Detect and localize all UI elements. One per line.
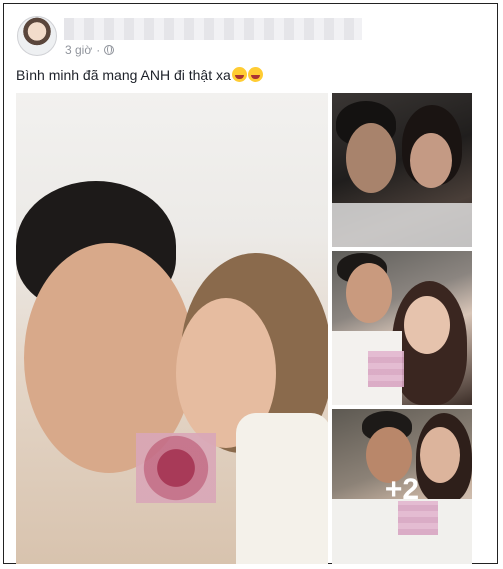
blurred-author-name[interactable] [64, 18, 362, 40]
blurred-region [136, 433, 216, 503]
thumbnail-photo-2[interactable] [332, 251, 472, 405]
thumbnail-photo-1[interactable] [332, 93, 472, 247]
photo-detail-shirt [332, 203, 472, 247]
avatar[interactable] [17, 16, 57, 56]
post-text-content: Bình minh đã mang ANH đi thật xa [16, 67, 231, 83]
thumbnail-photo-3[interactable]: +2 [332, 409, 472, 564]
separator-dot: · [96, 43, 101, 57]
photo-detail-top [236, 413, 328, 564]
photo-detail-face-man [346, 123, 396, 193]
post-time[interactable]: 3 giờ [65, 43, 92, 57]
blurred-region [368, 351, 404, 387]
photo-detail-face-woman [410, 133, 452, 188]
more-photos-count[interactable]: +2 [332, 473, 472, 507]
post-text: Bình minh đã mang ANH đi thật xa [16, 67, 263, 83]
photo-detail-face-woman [404, 296, 450, 354]
laughing-emoji-icon [231, 67, 247, 82]
globe-icon[interactable] [104, 45, 115, 55]
laughing-emoji-icon [247, 67, 263, 82]
photo-detail-face-man [346, 263, 392, 323]
main-photo[interactable] [16, 93, 328, 564]
post-meta: 3 giờ · [65, 43, 115, 57]
